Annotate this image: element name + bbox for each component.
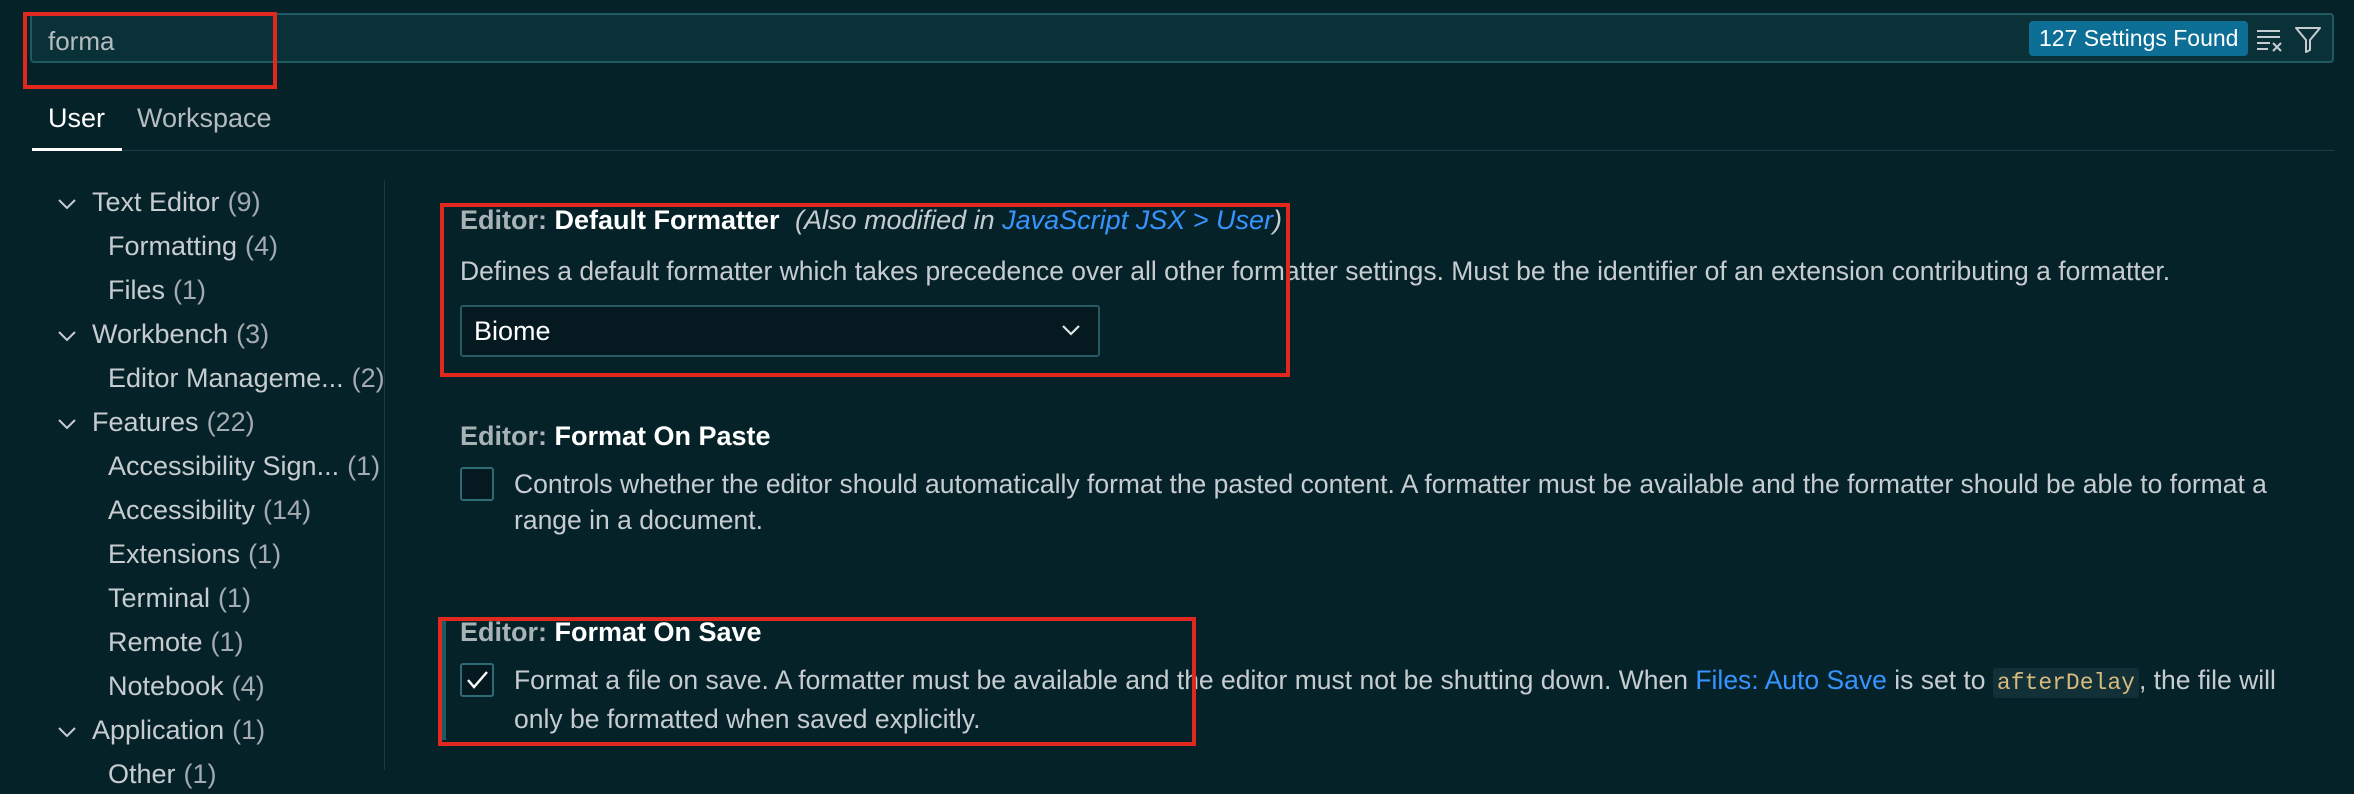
toc-item[interactable]: Extensions (1) [108,534,281,574]
toc-item-count: (1) [173,275,207,305]
toc-item-label: Files [108,275,166,305]
toc-item[interactable]: Remote (1) [108,622,244,662]
toc-item-label: Application [92,715,225,745]
toc-item[interactable]: Accessibility Sign... (1) [108,446,380,486]
toc-item-count: (9) [227,187,261,217]
checkmark-icon [467,671,488,689]
toc-item[interactable]: Features (22) [56,402,255,442]
results-count-badge: 127 Settings Found [2029,21,2249,56]
setting-title-format-on-save: Editor: Format On Save [460,617,762,648]
toc-item-count: (22) [206,407,255,437]
select-value: Biome [474,316,551,346]
focused-setting-indicator [442,620,446,740]
toc-item-label: Terminal [108,583,211,613]
tab-workspace[interactable]: Workspace [137,100,272,136]
toc-item-count: (2) [351,363,385,393]
setting-category: Editor: [460,421,555,451]
toc-item[interactable]: Editor Manageme... (2) [108,358,385,398]
toc-item-count: (1) [210,627,244,657]
toc-item-label: Notebook [108,671,224,701]
toc-item-count: (1) [248,539,282,569]
setting-name: Default Formatter [554,205,780,235]
toc-item[interactable]: Application (1) [56,710,265,750]
chevron-down-icon [58,727,76,738]
toc-item[interactable]: Terminal (1) [108,578,251,618]
setting-description: Controls whether the editor should autom… [514,469,2267,535]
setting-name: Format On Save [554,617,762,647]
toc-item-count: (1) [347,451,381,481]
files-auto-save-link[interactable]: Files: Auto Save [1695,665,1887,695]
inline-code: afterDelay [1992,668,2139,698]
toc-item-count: (1) [232,715,266,745]
toc-item-count: (3) [236,319,270,349]
toc-item-label: Features [92,407,199,437]
setting-description: Defines a default formatter which takes … [460,256,2171,286]
chevron-down-icon [58,419,76,430]
format-on-paste-checkbox[interactable] [460,467,494,501]
sidebar-divider [384,180,385,770]
chevron-down-icon [58,199,76,210]
toc-item-label: Remote [108,627,203,657]
setting-title-format-on-paste: Editor: Format On Paste [460,421,771,452]
toc-item-count: (1) [218,583,252,613]
toc-item-label: Formatting [108,231,238,261]
tabs-divider [32,150,2334,151]
toc-item[interactable]: Text Editor (9) [56,182,261,222]
setting-category: Editor: [460,205,555,235]
toc-item-label: Other [108,759,176,789]
toc-item[interactable]: Accessibility (14) [108,490,311,530]
toc-item-label: Editor Manageme... [108,363,344,393]
toc-item[interactable]: Formatting (4) [108,226,278,266]
format-on-save-checkbox[interactable] [460,663,494,697]
chevron-down-icon [1062,325,1080,336]
toc-item[interactable]: Workbench (3) [56,314,269,354]
chevron-down-icon [58,331,76,342]
toc-item[interactable]: Files (1) [108,270,206,310]
toc-item-count: (4) [245,231,279,261]
clear-filter-icon[interactable] [2251,21,2287,57]
toc-item[interactable]: Other (1) [108,754,217,794]
search-input[interactable] [46,20,1950,62]
description-text: is set to [1886,665,1993,695]
setting-category: Editor: [460,617,555,647]
toc-item-count: (14) [263,495,312,525]
default-formatter-select[interactable] [460,305,1100,357]
modified-link[interactable]: JavaScript JSX > User [1002,205,1273,235]
toc-item-label: Accessibility [108,495,256,525]
toc-item-count: (4) [231,671,265,701]
toc-item-label: Text Editor [92,187,220,217]
toc-item-count: (1) [183,759,217,789]
toc-item-label: Extensions [108,539,241,569]
tab-user[interactable]: User [48,100,105,136]
modified-note: (Also modified in JavaScript JSX > User) [795,205,1282,235]
setting-title-default-formatter: Editor: Default Formatter (Also modified… [460,205,1282,236]
filter-icon[interactable] [2290,21,2326,57]
toc-item-label: Accessibility Sign... [108,451,340,481]
toc-item[interactable]: Notebook (4) [108,666,265,706]
setting-description: Format a file on save. A formatter must … [514,662,2294,737]
active-tab-indicator [32,148,122,151]
modified-prefix: (Also modified in [795,205,1003,235]
toc-item-label: Workbench [92,319,229,349]
modified-suffix: ) [1272,205,1282,235]
setting-name: Format On Paste [554,421,771,451]
description-text: Format a file on save. A formatter must … [514,665,1696,695]
